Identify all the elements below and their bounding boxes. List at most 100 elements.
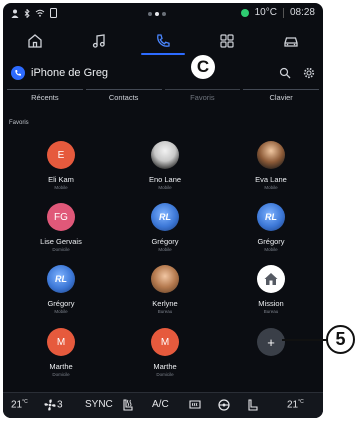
status-divider — [282, 7, 284, 18]
avatar-home — [257, 265, 285, 293]
contact-number-type: Mobile — [264, 247, 278, 252]
contact-number-type: Domicile — [156, 372, 174, 377]
contact-number-type: Domicile — [52, 372, 70, 377]
phone-status-icon — [50, 8, 57, 18]
contact-number-type: Mobile — [158, 185, 172, 190]
tab-phone[interactable] — [131, 25, 195, 57]
avatar-photo — [151, 141, 179, 169]
favorite-contact[interactable]: E Eli Kam Mobile — [16, 141, 106, 190]
favorite-contact[interactable]: Kerlyne Bureau — [120, 265, 210, 314]
avatar-logo: RL — [151, 203, 179, 231]
callout-c: C — [191, 55, 215, 79]
favorite-contact[interactable]: Eva Lane Mobile — [226, 141, 316, 190]
add-favorite-button[interactable]: + — [257, 328, 285, 356]
favorite-contact[interactable]: M Marthe Domicile — [16, 328, 106, 377]
connected-icon — [240, 8, 249, 17]
status-right: 10°C 08:28 — [240, 7, 315, 18]
clock: 08:28 — [289, 7, 315, 18]
contact-name: Marthe — [153, 362, 177, 371]
tab-vehicle[interactable] — [259, 25, 323, 57]
device-actions — [279, 67, 315, 79]
add-favorite[interactable]: + — [226, 328, 316, 356]
fan-speed[interactable]: 3 — [43, 398, 63, 412]
subtab-keypad[interactable]: Clavier — [243, 89, 319, 103]
contact-number-type: Mobile — [54, 185, 68, 190]
sync-button[interactable]: SYNC — [85, 399, 113, 410]
device-name[interactable]: iPhone de Greg — [31, 67, 108, 79]
driver-temperature[interactable]: 21°C — [11, 399, 28, 410]
favorite-contact[interactable]: RL Grégory Mobile — [226, 203, 316, 252]
contact-number-type: Mobile — [158, 247, 172, 252]
seat-icon — [248, 399, 258, 411]
search-icon[interactable] — [279, 67, 291, 79]
contact-name: Grégory — [47, 299, 75, 308]
favorite-contact[interactable]: RL Grégory Mobile — [16, 265, 106, 314]
connected-phone-badge — [11, 66, 25, 80]
avatar-logo: RL — [257, 203, 285, 231]
ac-button[interactable]: A/C — [152, 399, 169, 410]
driver-temp-value: 21 — [11, 399, 23, 411]
contact-name: Lise Gervais — [40, 237, 82, 246]
music-icon — [92, 34, 105, 48]
rear-defrost-button[interactable] — [188, 398, 202, 415]
avatar: FG — [47, 203, 75, 231]
page-indicator — [148, 12, 166, 16]
tab-home[interactable] — [3, 25, 67, 57]
car-icon — [284, 37, 298, 47]
heated-seat-icon — [123, 399, 133, 411]
driver-temp-unit: °C — [22, 399, 28, 405]
contact-name: Grégory — [257, 237, 285, 246]
steering-wheel-icon — [218, 399, 230, 411]
house-icon — [264, 273, 278, 285]
passenger-temp-value: 21 — [287, 399, 299, 411]
phone-icon — [157, 34, 170, 47]
contact-name: Mission — [258, 299, 284, 308]
avatar: M — [151, 328, 179, 356]
fan-icon — [44, 399, 56, 411]
favorite-contact[interactable]: RL Grégory Mobile — [120, 203, 210, 252]
subtab-contacts[interactable]: Contacts — [85, 89, 162, 103]
favorite-contact[interactable]: FG Lise Gervais Domicile — [16, 203, 106, 252]
contact-number-type: Mobile — [264, 185, 278, 190]
contact-name: Eva Lane — [255, 175, 287, 184]
avatar-photo — [257, 141, 285, 169]
contact-name: Kerlyne — [152, 299, 178, 308]
seat-ventilation-button[interactable] — [246, 398, 260, 415]
subtab-recents[interactable]: Récents — [7, 89, 83, 103]
home-icon — [28, 34, 42, 48]
phone-subtabs: Récents Contacts Favoris Clavier — [7, 89, 319, 103]
climate-bar: 21°C 3 SYNC A/C 21°C — [3, 392, 323, 418]
contact-name: Marthe — [49, 362, 73, 371]
favorite-contact[interactable]: Eno Lane Mobile — [120, 141, 210, 190]
defrost-icon — [189, 400, 201, 409]
avatar-logo: RL — [47, 265, 75, 293]
passenger-temp-unit: °C — [298, 399, 304, 405]
wifi-icon — [35, 9, 45, 17]
apps-grid-icon — [220, 34, 234, 48]
passenger-temperature[interactable]: 21°C — [287, 399, 304, 410]
favorite-contact[interactable]: M Marthe Domicile — [120, 328, 210, 377]
logo-text: RL — [265, 212, 277, 222]
avatar-photo — [151, 265, 179, 293]
subtab-favorites[interactable]: Favoris — [164, 89, 241, 103]
multimedia-screen: 10°C 08:28 iPhone de Greg C Récents Cont… — [3, 3, 323, 418]
contact-number-type: Bureau — [157, 309, 173, 314]
favorite-contact[interactable]: Mission Bureau — [226, 265, 316, 314]
heated-seat-button[interactable] — [121, 398, 135, 415]
steering-heat-button[interactable] — [217, 398, 231, 415]
tab-apps[interactable] — [195, 25, 259, 57]
avatar: E — [47, 141, 75, 169]
settings-gear-icon[interactable] — [303, 67, 315, 79]
contact-number-type: Domicile — [52, 247, 70, 252]
fan-level: 3 — [57, 399, 63, 411]
app-tabs — [3, 25, 323, 57]
contact-number-type: Mobile — [54, 309, 68, 314]
contact-name: Eli Kam — [48, 175, 74, 184]
person-icon — [11, 9, 19, 18]
contact-number-type: Bureau — [263, 309, 279, 314]
phone-small-icon — [15, 70, 21, 76]
contact-name: Grégory — [151, 237, 179, 246]
logo-text: RL — [55, 274, 67, 284]
tab-music[interactable] — [67, 25, 131, 57]
bluetooth-icon — [24, 8, 30, 18]
